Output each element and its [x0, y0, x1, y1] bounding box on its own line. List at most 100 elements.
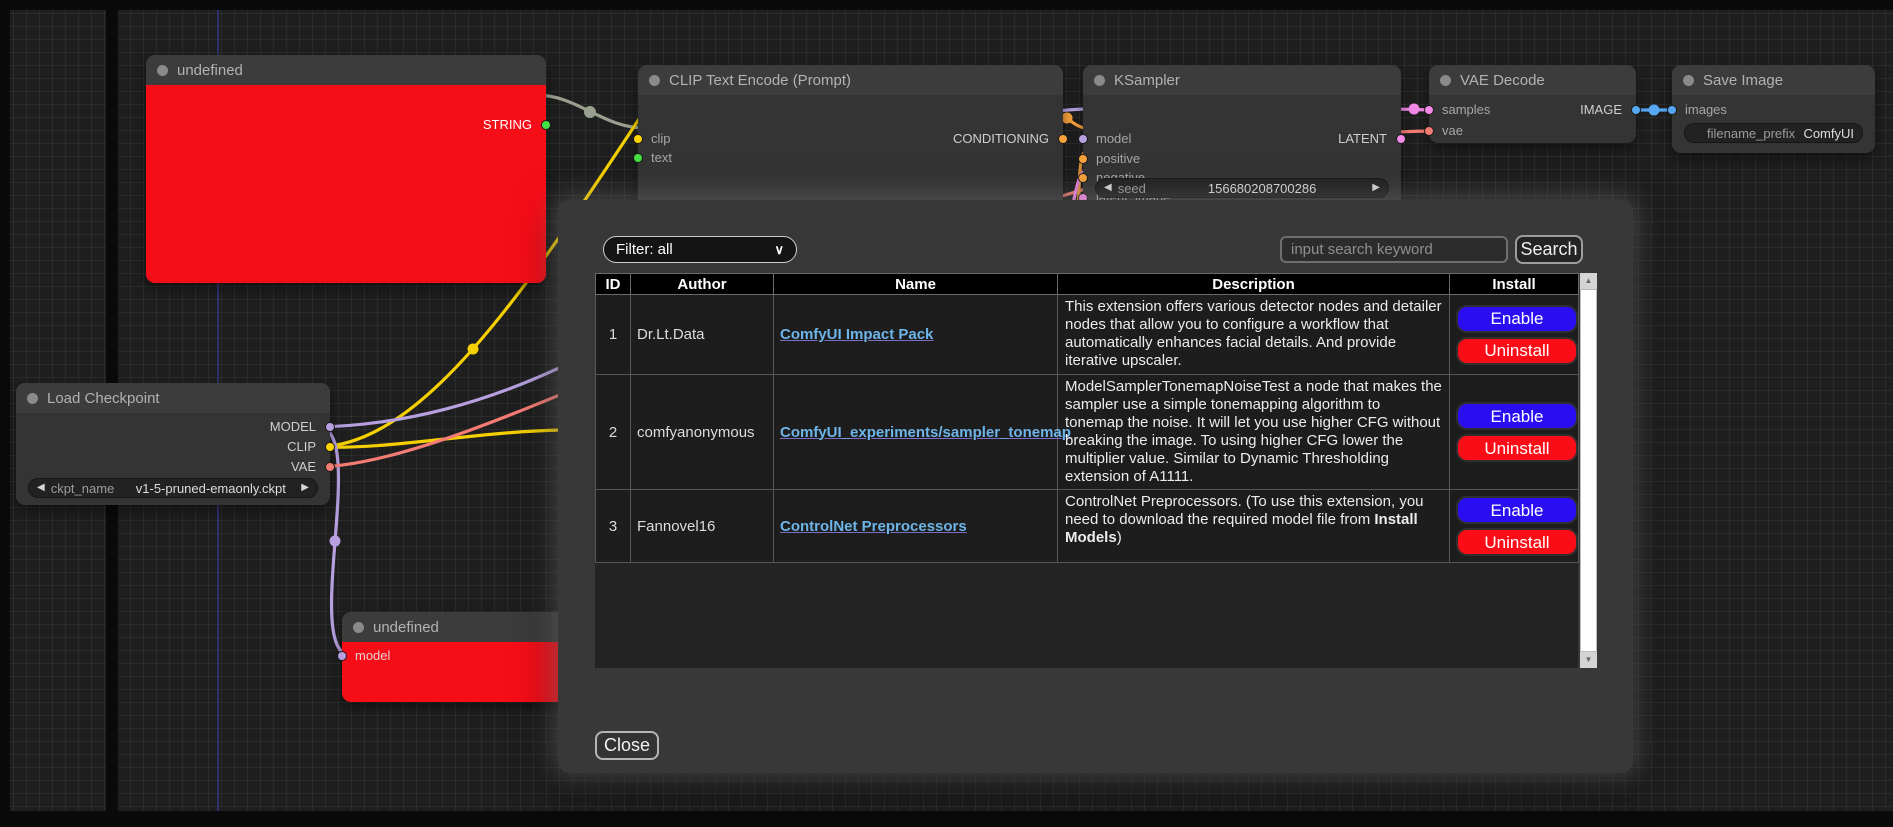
- text-input-label: text: [651, 150, 672, 166]
- node-load-checkpoint[interactable]: Load Checkpoint MODEL CLIP VAE ◀ ckpt_na…: [16, 383, 330, 505]
- node-title-bar[interactable]: undefined: [342, 612, 592, 642]
- ext-name-link[interactable]: ComfyUI_experiments/sampler_tonemap: [780, 424, 1071, 441]
- node-title-bar[interactable]: undefined: [146, 55, 546, 85]
- collapse-dot-icon[interactable]: [1440, 75, 1451, 86]
- seed-widget-value[interactable]: 156680208700286: [1208, 181, 1316, 196]
- text-input-pin[interactable]: [633, 153, 643, 163]
- col-author: Author: [631, 274, 774, 295]
- collapse-dot-icon[interactable]: [27, 393, 38, 404]
- seed-widget-name: seed: [1118, 181, 1146, 196]
- chevron-down-icon: ∨: [774, 242, 784, 258]
- node-vae-decode[interactable]: VAE Decode samples vae IMAGE: [1429, 65, 1636, 143]
- latent-output-label: LATENT: [1338, 131, 1387, 147]
- col-install: Install: [1450, 274, 1579, 295]
- col-id: ID: [596, 274, 631, 295]
- prev-ckpt-icon[interactable]: ◀: [37, 483, 45, 493]
- node-undefined-top[interactable]: undefined STRING: [146, 55, 546, 283]
- increment-icon[interactable]: ▶: [1372, 183, 1380, 193]
- vae-output-pin[interactable]: [325, 462, 335, 472]
- clip-input-label: clip: [651, 131, 671, 147]
- negative-input-pin[interactable]: [1078, 173, 1088, 183]
- ext-author: Fannovel16: [631, 490, 774, 563]
- ext-name-link[interactable]: ControlNet Preprocessors: [780, 518, 967, 535]
- left-black-strip: [0, 0, 10, 827]
- uninstall-button[interactable]: Uninstall: [1456, 528, 1578, 556]
- filter-select[interactable]: Filter: all ∨: [603, 236, 797, 263]
- extension-manager-dialog: Filter: all ∨ Search ID Author Name Desc…: [558, 200, 1633, 773]
- node-title: undefined: [373, 619, 439, 636]
- enable-button[interactable]: Enable: [1456, 402, 1578, 430]
- collapse-dot-icon[interactable]: [1683, 75, 1694, 86]
- seed-widget[interactable]: ◀ seed 156680208700286 ▶: [1095, 178, 1389, 198]
- node-body: images filename_prefix ComfyUI: [1672, 95, 1875, 153]
- enable-button[interactable]: Enable: [1456, 496, 1578, 524]
- images-input-label: images: [1685, 102, 1727, 118]
- positive-input-pin[interactable]: [1078, 154, 1088, 164]
- top-black-strip: [0, 0, 1893, 10]
- col-description: Description: [1058, 274, 1450, 295]
- scrollbar-thumb[interactable]: [1580, 289, 1597, 652]
- extension-table-area: ID Author Name Description Install 1 Dr.…: [595, 273, 1578, 668]
- model-output-pin[interactable]: [325, 422, 335, 432]
- model-input-pin[interactable]: [337, 651, 347, 661]
- latent-output-pin[interactable]: [1396, 134, 1406, 144]
- model-input-label: model: [1096, 131, 1131, 147]
- clip-input-pin[interactable]: [633, 134, 643, 144]
- model-input-label: model: [355, 648, 390, 664]
- clip-output-pin[interactable]: [325, 442, 335, 452]
- ext-author: comfyanonymous: [631, 375, 774, 490]
- node-undefined-bottom[interactable]: undefined model: [342, 612, 592, 702]
- search-input[interactable]: [1280, 236, 1508, 263]
- ckpt-widget-value[interactable]: v1-5-pruned-emaonly.ckpt: [136, 481, 286, 496]
- collapse-dot-icon[interactable]: [157, 65, 168, 76]
- search-button[interactable]: Search: [1515, 235, 1583, 264]
- node-title-bar[interactable]: CLIP Text Encode (Prompt): [638, 65, 1063, 95]
- positive-input-label: positive: [1096, 151, 1140, 167]
- node-title-bar[interactable]: Save Image: [1672, 65, 1875, 95]
- table-row: 2 comfyanonymous ComfyUI_experiments/sam…: [596, 375, 1579, 490]
- collapse-dot-icon[interactable]: [353, 622, 364, 633]
- collapse-dot-icon[interactable]: [649, 75, 660, 86]
- ckpt-name-widget[interactable]: ◀ ckpt_name v1-5-pruned-emaonly.ckpt ▶: [28, 478, 318, 498]
- node-save-image[interactable]: Save Image images filename_prefix ComfyU…: [1672, 65, 1875, 153]
- node-title-bar[interactable]: VAE Decode: [1429, 65, 1636, 95]
- node-title: VAE Decode: [1460, 72, 1545, 89]
- samples-input-pin[interactable]: [1424, 105, 1434, 115]
- table-row: 1 Dr.Lt.Data ComfyUI Impact Pack This ex…: [596, 295, 1579, 375]
- filename-widget-value[interactable]: ComfyUI: [1803, 126, 1854, 141]
- close-button[interactable]: Close: [595, 731, 659, 760]
- model-output-label: MODEL: [270, 419, 316, 435]
- node-title: KSampler: [1114, 72, 1180, 89]
- ext-description: ModelSamplerTonemapNoiseTest a node that…: [1058, 375, 1450, 490]
- vae-input-pin[interactable]: [1424, 126, 1434, 136]
- filename-prefix-widget[interactable]: filename_prefix ComfyUI: [1684, 123, 1863, 143]
- conditioning-output-pin[interactable]: [1058, 134, 1068, 144]
- uninstall-button[interactable]: Uninstall: [1456, 337, 1578, 365]
- node-title-bar[interactable]: Load Checkpoint: [16, 383, 330, 413]
- uninstall-button[interactable]: Uninstall: [1456, 434, 1578, 462]
- enable-button[interactable]: Enable: [1456, 305, 1578, 333]
- bottom-black-strip: [0, 811, 1893, 827]
- output-label: STRING: [483, 117, 532, 133]
- images-input-pin[interactable]: [1667, 105, 1677, 115]
- node-body: samples vae IMAGE: [1429, 95, 1636, 143]
- decrement-icon[interactable]: ◀: [1104, 183, 1112, 193]
- image-output-pin[interactable]: [1631, 105, 1641, 115]
- ext-author: Dr.Lt.Data: [631, 295, 774, 375]
- ext-id: 1: [596, 295, 631, 375]
- table-scrollbar[interactable]: ▲ ▼: [1580, 273, 1597, 668]
- scroll-up-icon[interactable]: ▲: [1580, 273, 1597, 289]
- next-ckpt-icon[interactable]: ▶: [301, 483, 309, 493]
- col-name: Name: [774, 274, 1058, 295]
- collapse-dot-icon[interactable]: [1094, 75, 1105, 86]
- node-title: undefined: [177, 62, 243, 79]
- ext-name-link[interactable]: ComfyUI Impact Pack: [780, 326, 933, 343]
- string-output-pin[interactable]: [541, 120, 551, 130]
- node-title-bar[interactable]: KSampler: [1083, 65, 1401, 95]
- conditioning-output-label: CONDITIONING: [953, 131, 1049, 147]
- node-body: MODEL CLIP VAE ◀ ckpt_name v1-5-pruned-e…: [16, 413, 330, 505]
- ckpt-widget-name: ckpt_name: [51, 481, 115, 496]
- model-input-pin[interactable]: [1078, 134, 1088, 144]
- clip-output-label: CLIP: [287, 439, 316, 455]
- scroll-down-icon[interactable]: ▼: [1580, 652, 1597, 668]
